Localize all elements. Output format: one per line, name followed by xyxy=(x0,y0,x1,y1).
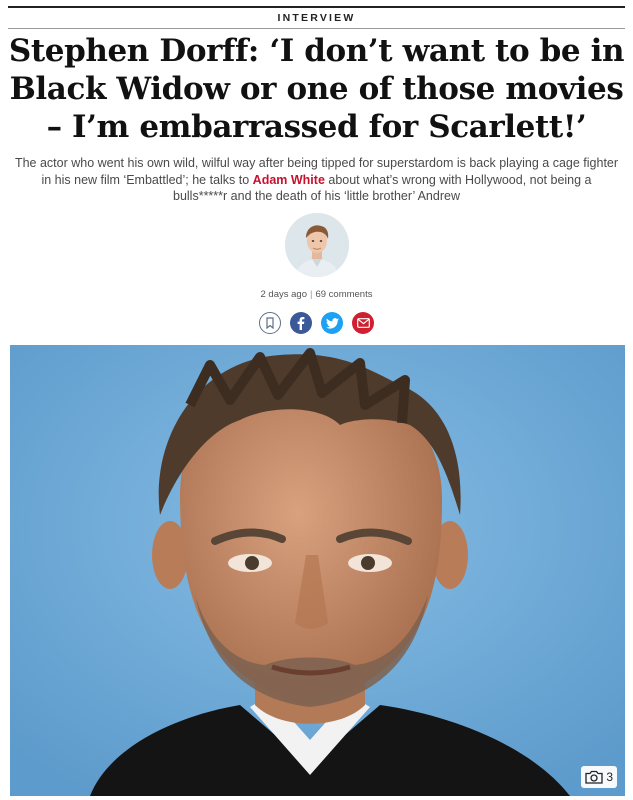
article-headline: Stephen Dorff: ‘I don’t want to be in Bl… xyxy=(8,33,625,145)
twitter-share-button[interactable] xyxy=(321,312,343,334)
hero-image[interactable]: 3 xyxy=(10,345,625,796)
author-avatar[interactable] xyxy=(285,213,349,277)
section-header: INTERVIEW xyxy=(8,6,625,29)
author-link[interactable]: Adam White xyxy=(253,173,325,187)
email-icon xyxy=(356,318,370,328)
publish-date: 2 days ago xyxy=(260,289,307,300)
comments-link[interactable]: 69 comments xyxy=(315,289,372,300)
email-share-button[interactable] xyxy=(352,312,374,334)
hero-portrait xyxy=(10,345,625,796)
share-bar xyxy=(0,312,633,334)
twitter-icon xyxy=(325,317,339,329)
section-label[interactable]: INTERVIEW xyxy=(278,12,356,24)
author-portrait xyxy=(285,213,349,277)
article-meta: 2 days ago | 69 comments xyxy=(0,289,633,300)
bookmark-icon xyxy=(266,317,274,329)
camera-icon xyxy=(585,770,603,784)
article-standfirst: The actor who went his own wild, wilful … xyxy=(14,155,619,205)
gallery-count-badge[interactable]: 3 xyxy=(581,766,617,788)
bookmark-button[interactable] xyxy=(259,312,281,334)
gallery-count: 3 xyxy=(606,770,613,784)
facebook-icon xyxy=(297,317,305,330)
meta-separator: | xyxy=(309,289,313,300)
facebook-share-button[interactable] xyxy=(290,312,312,334)
